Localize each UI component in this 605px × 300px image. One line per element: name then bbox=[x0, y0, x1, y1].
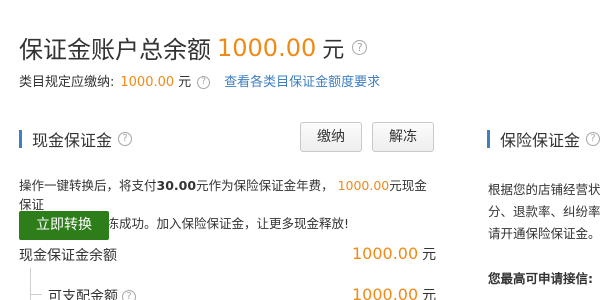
insurance-deposit-title: 保险保证金 bbox=[500, 131, 581, 150]
question-circle-icon[interactable]: ? bbox=[352, 40, 368, 55]
page-title: 保证金账户总余额 bbox=[19, 36, 211, 64]
required-deposit-amount: 1000.00 bbox=[120, 75, 175, 90]
insurance-max-apply-label: 您最高可申请接信: bbox=[488, 271, 593, 286]
desc-text: 元作为保险保证金年费， bbox=[196, 178, 334, 193]
view-category-requirements-link[interactable]: 查看各类目保证金额度要求 bbox=[224, 75, 380, 90]
question-circle-icon[interactable]: ? bbox=[586, 132, 601, 146]
available-amount-value: 1000.00 元 bbox=[352, 285, 436, 300]
cash-balance-label: 现金保证金余额 bbox=[19, 248, 117, 264]
pay-button[interactable]: 缴纳 bbox=[300, 122, 362, 152]
insurance-deposit-section-header: 保险保证金? bbox=[487, 127, 601, 150]
tree-connector-line bbox=[30, 268, 31, 300]
available-amount: 1000.00 bbox=[352, 285, 419, 300]
total-balance-unit: 元 bbox=[322, 37, 345, 63]
insurance-desc-line1: 根据您的店铺经营状 bbox=[488, 182, 601, 197]
cash-balance-amount: 1000.00 bbox=[352, 244, 419, 263]
cash-balance-unit: 元 bbox=[422, 247, 437, 263]
insurance-desc-line3: 请开通保险保证金。 bbox=[488, 226, 601, 241]
annual-fee-amount: 30.00 bbox=[156, 178, 197, 193]
available-amount-unit: 元 bbox=[422, 288, 437, 300]
required-deposit-label: 类目规定应缴纳: bbox=[19, 75, 115, 90]
required-deposit-unit: 元 bbox=[178, 75, 192, 90]
cash-deposit-title: 现金保证金 bbox=[32, 131, 113, 150]
insurance-desc-line2: 分、退款率、纠纷率 bbox=[488, 204, 601, 219]
page-title-row: 保证金账户总余额 1000.00 元? bbox=[19, 30, 368, 64]
desc-text: 操作一键转换后，将支付 bbox=[19, 178, 157, 193]
convert-now-button[interactable]: 立即转换 bbox=[19, 211, 109, 240]
tree-connector-branch bbox=[30, 294, 42, 295]
available-amount-row: 可支配金额? bbox=[48, 286, 136, 300]
convert-description-line1: 操作一键转换后，将支付30.00元作为保险保证金年费， 1000.00元现金保证 bbox=[19, 176, 439, 214]
unfreeze-amount: 1000.00 bbox=[337, 178, 390, 193]
question-circle-icon[interactable]: ? bbox=[118, 132, 133, 146]
total-balance-amount: 1000.00 bbox=[217, 33, 317, 62]
section-accent-bar bbox=[19, 130, 22, 148]
cash-deposit-section-header: 现金保证金? bbox=[19, 127, 133, 150]
required-deposit-row: 类目规定应缴纳: 1000.00 元? 查看各类目保证金额度要求 bbox=[19, 71, 380, 90]
question-circle-icon[interactable]: ? bbox=[122, 290, 136, 300]
available-amount-label: 可支配金额 bbox=[48, 289, 118, 300]
cash-balance-value: 1000.00 元 bbox=[352, 244, 436, 264]
section-accent-bar bbox=[487, 130, 490, 148]
unfreeze-button[interactable]: 解冻 bbox=[372, 122, 434, 152]
question-circle-icon[interactable]: ? bbox=[197, 76, 211, 89]
